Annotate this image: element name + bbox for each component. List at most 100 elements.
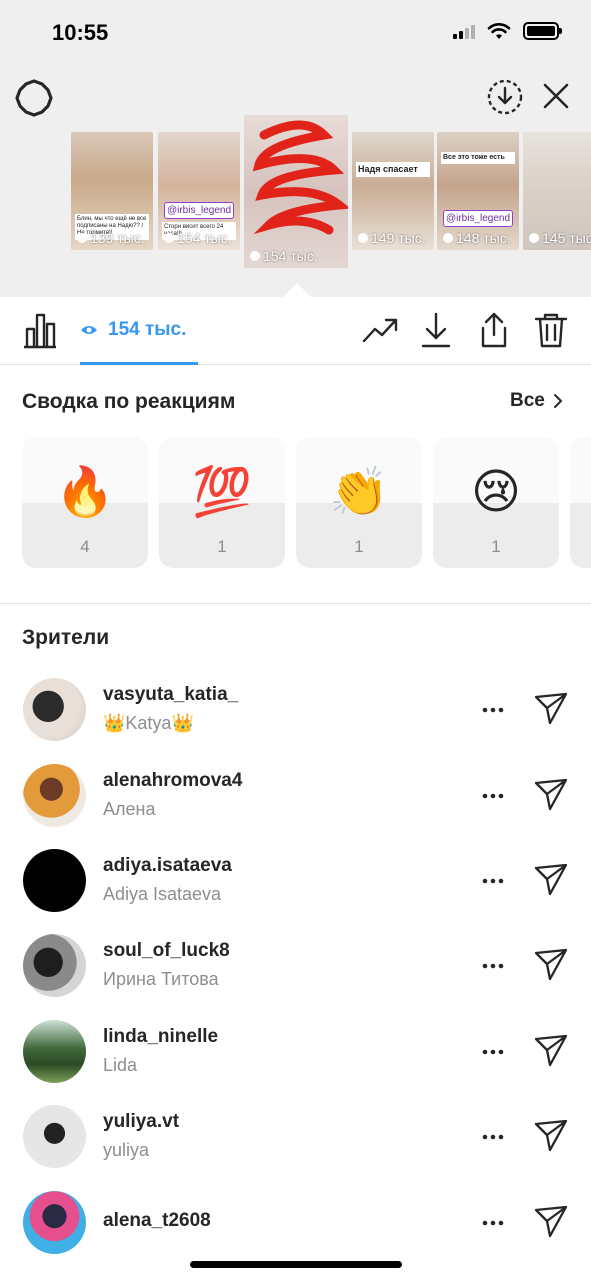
avatar[interactable] <box>23 1020 86 1083</box>
more-options-icon[interactable] <box>481 1211 505 1235</box>
eye-icon <box>529 233 539 243</box>
reaction-card-partial[interactable] <box>570 437 591 568</box>
send-direct-icon[interactable] <box>533 861 569 897</box>
reaction-count: 4 <box>80 537 90 556</box>
avatar[interactable] <box>23 849 86 912</box>
reaction-card[interactable]: 💯 1 <box>159 437 285 568</box>
viewer-username[interactable]: vasyuta_katia_ <box>103 684 238 706</box>
reaction-count: 1 <box>354 537 364 556</box>
chevron-right-icon <box>553 394 562 408</box>
send-direct-icon[interactable] <box>533 1117 569 1153</box>
reaction-card[interactable]: 😢 1 <box>433 437 559 568</box>
avatar[interactable] <box>23 764 86 827</box>
active-tab-underline <box>80 362 198 365</box>
viewer-row[interactable]: yuliya.vt yuliya <box>0 1097 591 1183</box>
viewer-username[interactable]: linda_ninelle <box>103 1026 218 1048</box>
story-thumbnail[interactable]: Блин, мы что ещё не все подписаны на Над… <box>71 132 153 250</box>
viewer-username[interactable]: adiya.isataeva <box>103 855 232 877</box>
clapping-hands-emoji-icon: 👏 <box>329 464 389 520</box>
wifi-icon <box>487 23 511 39</box>
close-icon[interactable] <box>540 80 572 112</box>
insights-toolbar: 154 тыс. <box>0 297 591 365</box>
reaction-card-top <box>570 437 591 503</box>
reaction-card[interactable]: 🔥 4 <box>22 437 148 568</box>
more-options-icon[interactable] <box>481 784 505 808</box>
eye-icon <box>77 233 87 243</box>
bar-chart-icon[interactable] <box>22 311 58 349</box>
story-mention-tag: @irbis_legend <box>164 202 234 219</box>
cellular-signal-icon <box>453 23 475 39</box>
story-preview-area: 10:55 Блин, мы что ещё не все подписаны … <box>0 0 591 297</box>
more-options-icon[interactable] <box>481 869 505 893</box>
see-all-reactions-link[interactable]: Все <box>510 390 563 412</box>
gear-icon[interactable] <box>14 78 54 118</box>
eye-icon <box>358 233 368 243</box>
download-icon[interactable] <box>417 311 455 349</box>
home-indicator[interactable] <box>190 1261 402 1268</box>
send-direct-icon[interactable] <box>533 690 569 726</box>
story-view-count: 148 тыс. <box>443 230 511 246</box>
viewer-full-name: Алена <box>103 799 156 819</box>
fire-emoji-icon: 🔥 <box>55 464 115 520</box>
viewer-full-name: yuliya <box>103 1140 150 1160</box>
viewer-full-name: Ирина Титова <box>103 969 219 989</box>
viewer-row[interactable]: linda_ninelle Lida <box>0 1012 591 1098</box>
story-view-count: 154 тыс. <box>250 248 318 264</box>
status-time: 10:55 <box>52 20 109 45</box>
download-circle-icon[interactable] <box>486 78 524 116</box>
viewer-row[interactable]: vasyuta_katia_ 👑Katya👑 <box>0 670 591 756</box>
viewers-title: Зрители <box>22 626 110 649</box>
story-view-count: 154 тыс. <box>164 230 232 246</box>
story-thumbnail[interactable]: @irbis_legend Стори висит всего 24 часа!… <box>158 132 240 250</box>
reaction-card[interactable]: 👏 1 <box>296 437 422 568</box>
viewer-row[interactable]: soul_of_luck8 Ирина Титова <box>0 926 591 1012</box>
see-all-label: Все <box>510 390 545 411</box>
story-thumbnail[interactable]: 145 тыс. <box>523 132 591 250</box>
more-options-icon[interactable] <box>481 1125 505 1149</box>
avatar[interactable] <box>23 1191 86 1254</box>
reaction-count: 1 <box>217 537 227 556</box>
story-thumbnail[interactable]: Все это тоже есть @irbis_legend 148 тыс. <box>437 132 519 250</box>
story-thumbnails: Блин, мы что ещё не все подписаны на Над… <box>0 115 591 275</box>
active-story-pointer <box>283 283 311 297</box>
eye-icon <box>164 233 174 243</box>
avatar[interactable] <box>23 678 86 741</box>
avatar[interactable] <box>23 934 86 997</box>
avatar[interactable] <box>23 1105 86 1168</box>
more-options-icon[interactable] <box>481 954 505 978</box>
story-view-count: 145 тыс. <box>529 230 591 246</box>
viewer-row[interactable]: alena_t2608 <box>0 1183 591 1269</box>
viewer-username[interactable]: yuliya.vt <box>103 1111 179 1133</box>
more-options-icon[interactable] <box>481 698 505 722</box>
story-thumbnail-active[interactable]: 154 тыс. <box>244 115 348 268</box>
viewer-username[interactable]: alena_t2608 <box>103 1210 211 1232</box>
scribble-overlay <box>252 120 348 235</box>
send-direct-icon[interactable] <box>533 1032 569 1068</box>
reaction-count: 1 <box>491 537 501 556</box>
viewer-full-name: Adiya Isataeva <box>103 884 222 904</box>
send-direct-icon[interactable] <box>533 946 569 982</box>
more-options-icon[interactable] <box>481 1040 505 1064</box>
trend-icon[interactable] <box>361 311 399 349</box>
battery-icon <box>523 22 562 40</box>
views-tab[interactable]: 154 тыс. <box>80 319 186 341</box>
story-note: Все это тоже есть <box>441 152 515 165</box>
share-icon[interactable] <box>475 311 513 349</box>
viewer-full-name: Lida <box>103 1055 138 1075</box>
status-icons <box>453 22 562 40</box>
eye-icon <box>81 326 97 334</box>
trash-icon[interactable] <box>532 311 570 349</box>
viewer-row[interactable]: alenahromova4 Алена <box>0 756 591 842</box>
story-thumbnail[interactable]: Надя спасает 149 тыс. <box>352 132 434 250</box>
story-note: Надя спасает <box>356 162 430 177</box>
viewer-row[interactable]: adiya.isataeva Adiya Isataeva <box>0 841 591 927</box>
viewer-username[interactable]: alenahromova4 <box>103 770 242 792</box>
send-direct-icon[interactable] <box>533 1203 569 1239</box>
views-count: 154 тыс. <box>108 319 187 340</box>
send-direct-icon[interactable] <box>533 776 569 812</box>
section-divider <box>0 603 591 604</box>
hundred-points-emoji-icon: 💯 <box>192 464 252 520</box>
viewer-username[interactable]: soul_of_luck8 <box>103 940 230 962</box>
crying-face-emoji-icon: 😢 <box>470 464 522 520</box>
eye-icon <box>443 233 453 243</box>
